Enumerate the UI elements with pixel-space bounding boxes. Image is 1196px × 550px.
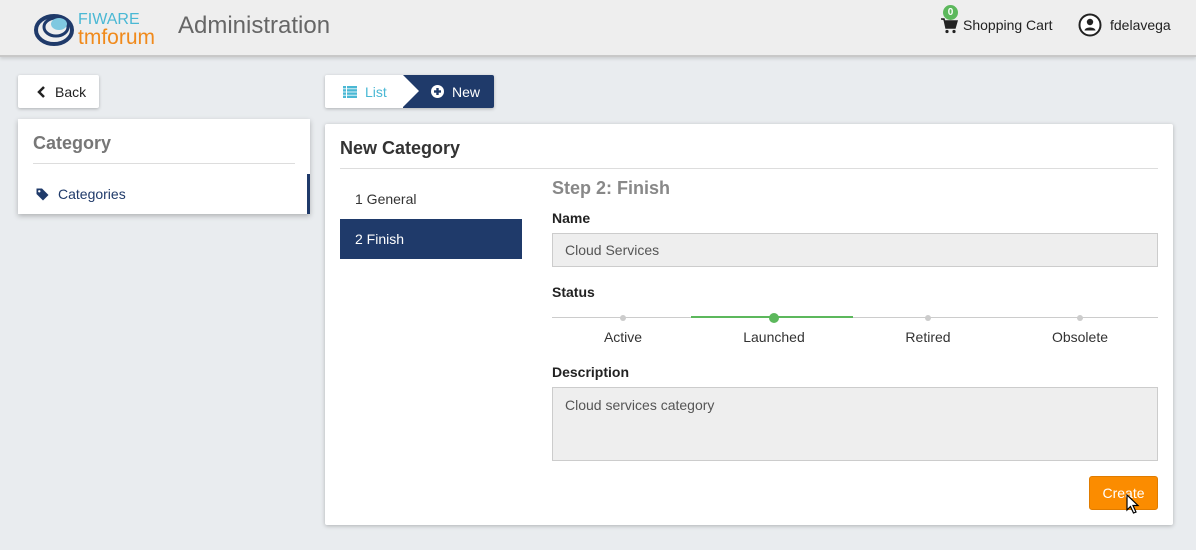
shopping-cart-button[interactable]: Shopping Cart — [940, 16, 1053, 34]
mouse-cursor-icon — [1126, 494, 1140, 514]
step-finish[interactable]: 2 Finish — [340, 219, 522, 259]
back-button-label: Back — [55, 83, 87, 100]
status-label: Status — [552, 284, 595, 300]
new-category-card: New Category 1 General 2 Finish Step 2: … — [325, 124, 1173, 525]
breadcrumb-list[interactable]: List — [325, 75, 403, 108]
sidebar-item-categories[interactable]: Categories — [18, 174, 310, 214]
status-option-label: Retired — [905, 329, 951, 345]
logo-text-tmforum: tmforum — [78, 26, 155, 48]
breadcrumb-new-label: New — [452, 83, 481, 100]
shopping-cart-label: Shopping Cart — [963, 17, 1053, 33]
status-dot — [925, 315, 931, 321]
sidebar-divider — [33, 163, 295, 164]
status-dot — [620, 315, 626, 321]
breadcrumb-list-label: List — [365, 83, 387, 100]
step-heading: Step 2: Finish — [552, 178, 671, 198]
description-field[interactable]: Cloud services category — [552, 387, 1158, 461]
user-menu[interactable]: fdelavega — [1078, 13, 1171, 37]
finish-form: Step 2: Finish Name Cloud Services Statu… — [552, 176, 1158, 461]
tag-icon — [36, 188, 49, 200]
plus-circle-icon — [431, 85, 444, 98]
status-option-label: Obsolete — [1051, 329, 1109, 345]
logo-icon: FIWARE tmforum — [34, 11, 155, 49]
name-field[interactable]: Cloud Services — [552, 233, 1158, 267]
username: fdelavega — [1110, 17, 1171, 33]
breadcrumb: List New — [325, 75, 494, 108]
breadcrumb-new[interactable]: New — [403, 75, 494, 108]
cart-count-badge: 0 — [943, 5, 958, 20]
sidebar-title: Category — [33, 133, 112, 153]
sidebar-card: Category Categories — [18, 119, 310, 214]
page-title: New Category — [340, 138, 461, 158]
name-label: Name — [552, 210, 591, 226]
fiware-tmforum-logo[interactable]: FIWARE tmforum — [34, 6, 174, 49]
sidebar-item-label: Categories — [58, 186, 126, 202]
chevron-left-icon — [37, 85, 45, 98]
status-dot — [1077, 315, 1083, 321]
top-bar: FIWARE tmforum Administration Shopping C… — [0, 0, 1196, 57]
step-general[interactable]: 1 General — [340, 179, 522, 219]
create-button[interactable]: Create — [1089, 476, 1158, 510]
status-dot-selected — [769, 313, 779, 323]
user-circle-icon — [1078, 13, 1102, 37]
title-divider — [340, 168, 1158, 169]
list-icon — [343, 85, 357, 98]
status-option-label: Active — [603, 329, 643, 345]
status-track-line — [552, 317, 1158, 318]
status-option-label: Launched — [743, 329, 805, 345]
description-label: Description — [552, 364, 630, 380]
back-button[interactable]: Back — [18, 75, 99, 108]
status-selector: Active Launched Retired Obsolete — [552, 308, 1158, 348]
app-title: Administration — [178, 12, 331, 39]
